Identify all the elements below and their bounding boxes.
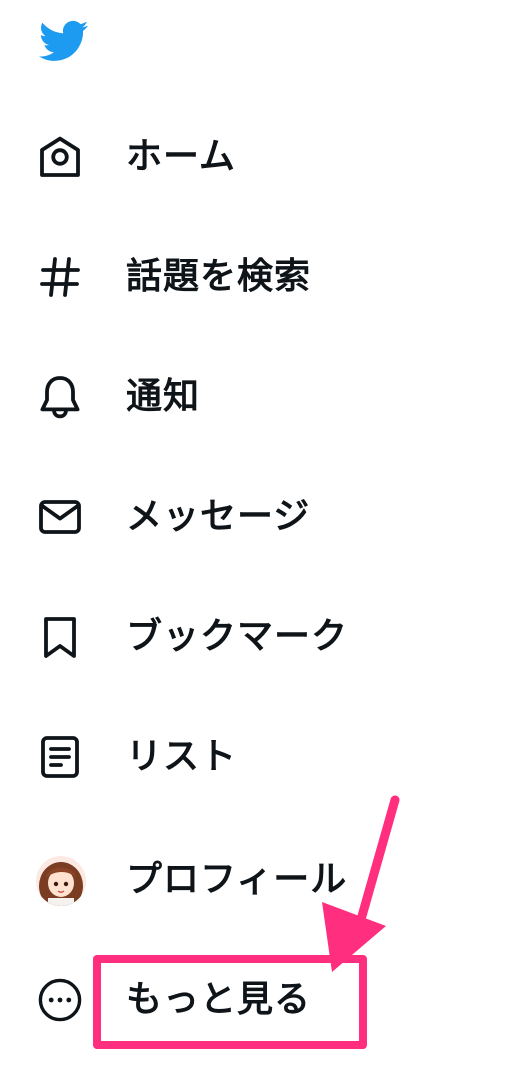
more-circle-icon	[36, 976, 84, 1024]
nav-item-lists[interactable]: リスト	[0, 712, 514, 802]
nav-item-notifications[interactable]: 通知	[0, 352, 514, 442]
nav-label-home: ホーム	[126, 136, 236, 177]
nav-label-messages: メッセージ	[126, 496, 311, 537]
nav-item-profile[interactable]: プロフィール	[0, 835, 514, 925]
nav-label-notifications: 通知	[126, 376, 201, 417]
envelope-icon	[36, 493, 84, 541]
hashtag-icon	[36, 253, 84, 301]
bell-icon	[36, 373, 84, 421]
twitter-bird-icon	[38, 20, 89, 61]
avatar	[36, 856, 86, 906]
nav-label-more: もっと見る	[126, 979, 312, 1020]
nav-label-bookmarks: ブックマーク	[126, 616, 349, 657]
bookmark-icon	[36, 613, 84, 661]
nav-item-bookmarks[interactable]: ブックマーク	[0, 592, 514, 682]
nav-item-more[interactable]: もっと見る	[0, 955, 514, 1045]
nav-item-messages[interactable]: メッセージ	[0, 472, 514, 562]
home-icon	[36, 133, 84, 181]
nav-item-explore[interactable]: 話題を検索	[0, 232, 514, 322]
nav-label-explore: 話題を検索	[126, 256, 312, 297]
nav-label-profile: プロフィール	[126, 859, 348, 900]
nav-item-home[interactable]: ホーム	[0, 112, 514, 202]
twitter-logo[interactable]	[34, 16, 94, 66]
nav-label-lists: リスト	[126, 736, 238, 777]
list-icon	[36, 733, 84, 781]
